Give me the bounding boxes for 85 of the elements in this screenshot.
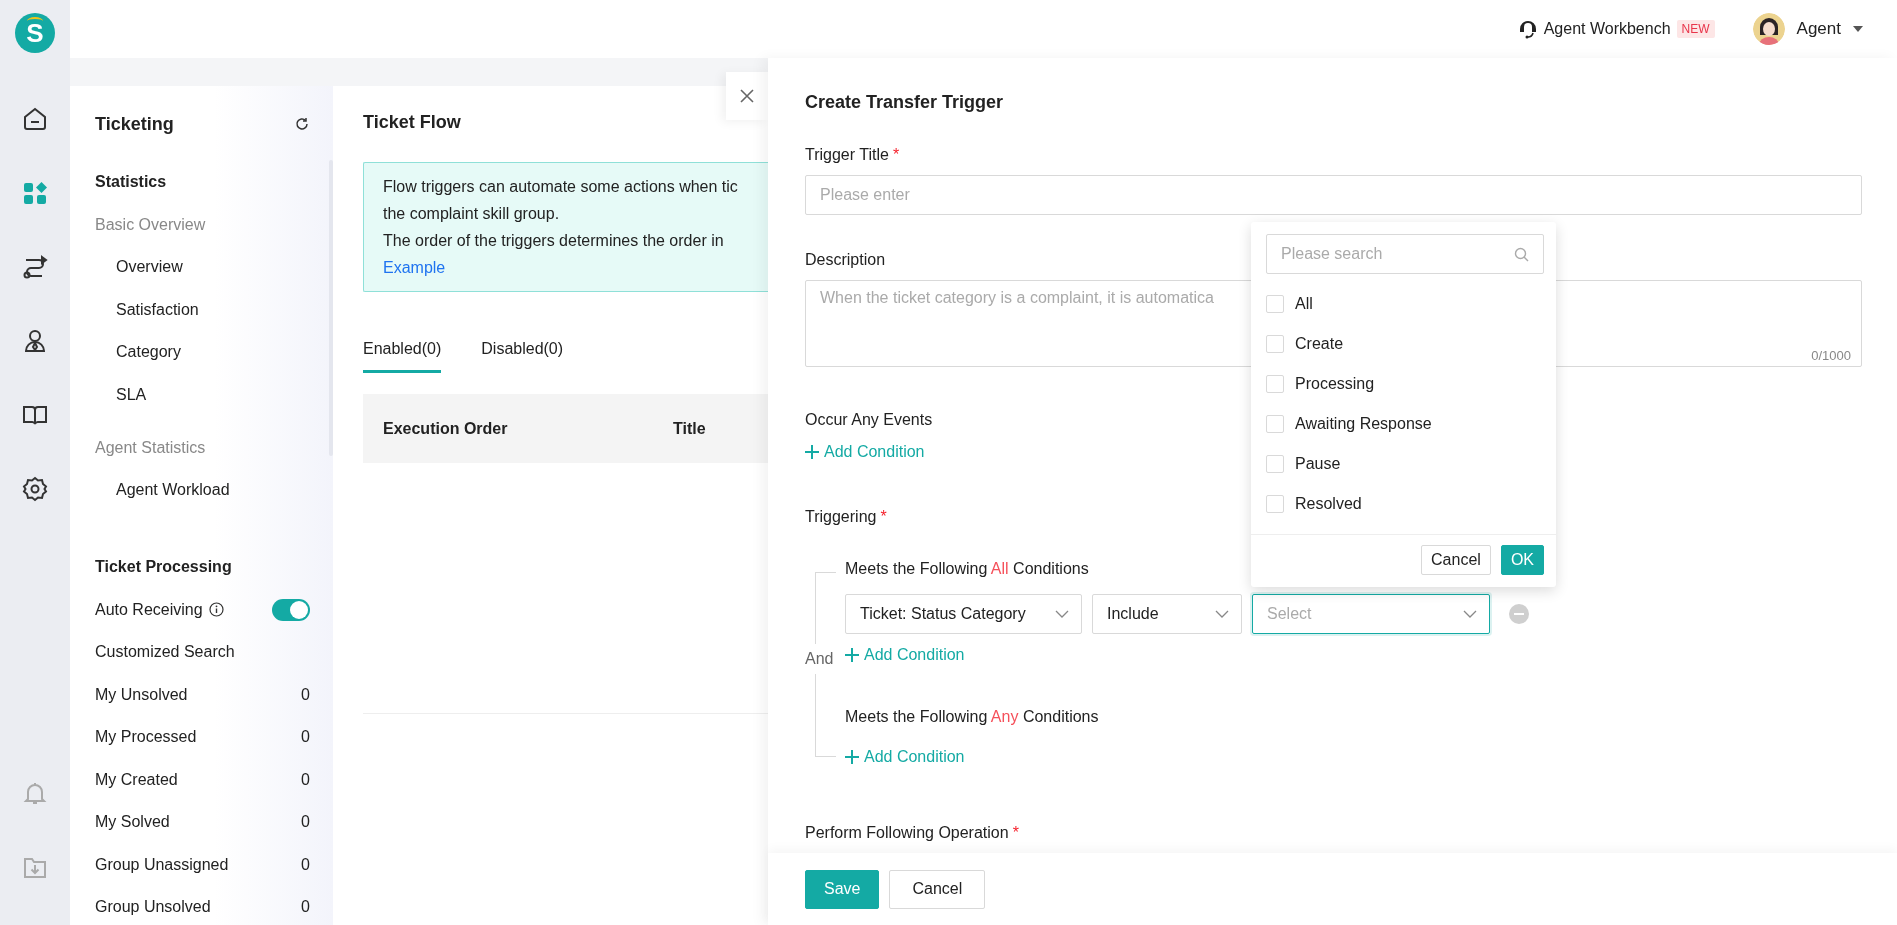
- input-field[interactable]: Please enter: [805, 175, 1862, 215]
- cancel-button[interactable]: Cancel: [889, 869, 986, 909]
- column-header: Title: [673, 419, 706, 438]
- info-icon: [208, 602, 224, 618]
- remove-icon[interactable]: [1509, 604, 1529, 624]
- option-label[interactable]: Awaiting Response: [1295, 415, 1432, 433]
- chevron-icon: [1215, 610, 1229, 618]
- field-label: Triggering *: [805, 507, 887, 527]
- nav-item[interactable]: My Processed: [95, 728, 197, 747]
- close-button[interactable]: [726, 72, 768, 120]
- avatar-icon: [1752, 13, 1785, 45]
- route-icon[interactable]: [22, 254, 48, 280]
- nav-item[interactable]: My Unsolved: [95, 685, 188, 704]
- count: 0: [301, 728, 310, 747]
- apps-icon[interactable]: [22, 180, 48, 206]
- chevron-icon: [1463, 610, 1477, 618]
- checkbox[interactable]: [1266, 375, 1284, 393]
- nav-item[interactable]: Agent Workload: [116, 469, 230, 512]
- panel-title: Ticketing: [95, 113, 174, 135]
- option-label[interactable]: Resolved: [1295, 495, 1362, 513]
- count: 0: [301, 813, 310, 832]
- settings-icon[interactable]: [22, 476, 48, 502]
- nav-item[interactable]: SLA: [116, 373, 147, 416]
- checkbox[interactable]: [1266, 495, 1284, 513]
- example-link[interactable]: Example: [383, 256, 446, 279]
- cancel-button[interactable]: Cancel: [1421, 545, 1491, 575]
- condition-heading: Meets the Following All Conditions: [845, 559, 1089, 579]
- checkbox[interactable]: [1266, 415, 1284, 433]
- option-label[interactable]: Pause: [1295, 455, 1341, 473]
- section-heading: Ticket Processing: [95, 557, 232, 577]
- nav-item[interactable]: Overview: [116, 246, 183, 289]
- tab[interactable]: Enabled(0): [363, 340, 442, 373]
- caret-icon: [1853, 26, 1863, 32]
- count: 0: [301, 898, 310, 917]
- option-label[interactable]: Create: [1295, 335, 1344, 353]
- tab[interactable]: Disabled(0): [481, 340, 564, 373]
- notice-text: the complaint skill group.: [383, 204, 560, 224]
- person-icon[interactable]: [22, 328, 48, 354]
- count: 0: [301, 685, 310, 704]
- page-title: Ticket Flow: [363, 112, 462, 134]
- checkbox[interactable]: [1266, 295, 1284, 313]
- nav-item[interactable]: Category: [116, 331, 181, 374]
- user-menu[interactable]: Agent: [1752, 13, 1863, 45]
- nav-item[interactable]: My Created: [95, 770, 178, 789]
- char-counter: 0/1000: [1811, 348, 1851, 363]
- section-heading: Statistics: [95, 172, 167, 192]
- nav-item[interactable]: Group Unsolved: [95, 898, 211, 917]
- group-label: Basic Overview: [95, 214, 206, 235]
- chevron-icon: [1055, 610, 1069, 618]
- agent-workbench-link[interactable]: Agent Workbench: [1519, 19, 1671, 39]
- nav-item[interactable]: My Solved: [95, 813, 170, 832]
- search-icon: [1514, 246, 1529, 262]
- option-label[interactable]: Processing: [1295, 375, 1375, 393]
- nav-item[interactable]: Customized Search: [95, 643, 235, 662]
- column-header: Execution Order: [382, 419, 509, 438]
- group-label: Agent Statistics: [95, 437, 206, 458]
- drawer-title: Create Transfer Trigger: [805, 91, 1005, 114]
- field-label: Occur Any Events: [805, 410, 933, 430]
- refresh-icon[interactable]: [295, 117, 309, 131]
- condition-heading: Meets the Following Any Conditions: [845, 707, 1099, 727]
- field-label: Perform Following Operation *: [805, 823, 1019, 843]
- field-select[interactable]: Ticket: Status Category: [845, 594, 1082, 634]
- bell-icon[interactable]: [22, 780, 48, 806]
- plus-icon: [845, 750, 859, 764]
- operator-select[interactable]: Include: [1092, 594, 1242, 634]
- nav-item[interactable]: Satisfaction: [116, 288, 199, 331]
- count: 0: [301, 770, 310, 789]
- close-icon: [740, 89, 754, 103]
- plus-icon: [845, 648, 859, 662]
- count: 0: [301, 855, 310, 874]
- nav-item[interactable]: Group Unassigned: [95, 855, 229, 874]
- checkbox[interactable]: [1266, 335, 1284, 353]
- joiner-label: And: [805, 644, 834, 674]
- checkbox[interactable]: [1266, 455, 1284, 473]
- toggle-switch[interactable]: [272, 598, 310, 621]
- headset-icon: [1519, 19, 1536, 39]
- new-badge: NEW: [1676, 20, 1715, 38]
- field-label: Description: [805, 250, 886, 270]
- notice-text: The order of the triggers determines the order in: [383, 231, 724, 251]
- notice-text: Flow triggers can automate some actions when tic: [383, 177, 738, 197]
- plus-icon: [805, 445, 819, 459]
- field-label: Trigger Title *: [805, 145, 900, 165]
- home-icon[interactable]: [22, 106, 48, 132]
- download-icon[interactable]: [22, 855, 48, 881]
- option-label[interactable]: All: [1295, 295, 1313, 313]
